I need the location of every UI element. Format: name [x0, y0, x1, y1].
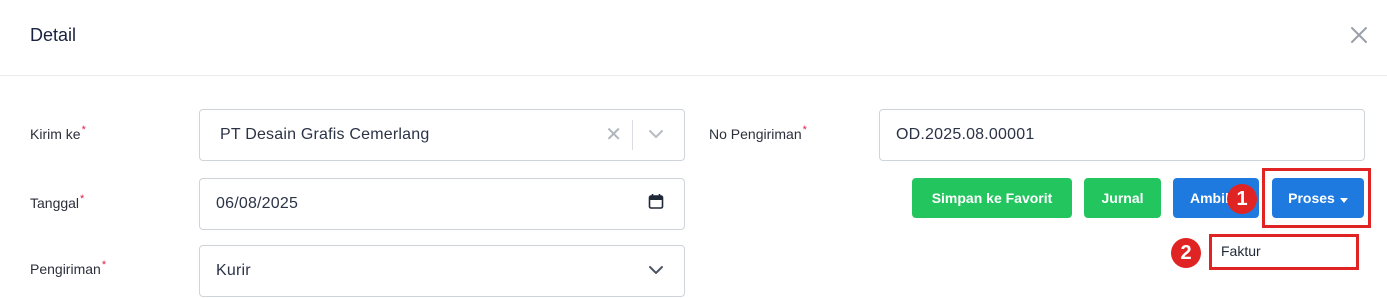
simpan-favorit-button[interactable]: Simpan ke Favorit	[912, 178, 1072, 218]
required-mark: *	[80, 193, 85, 205]
annotation-number-1: 1	[1227, 184, 1257, 214]
kirim-ke-value: PT Desain Grafis Cemerlang	[220, 126, 430, 143]
pengiriman-label: Pengiriman*	[30, 259, 107, 277]
pengiriman-value: Kurir	[216, 262, 251, 279]
no-pengiriman-value: OD.2025.08.00001	[896, 126, 1035, 143]
required-mark: *	[101, 259, 107, 271]
calendar-icon[interactable]	[648, 194, 664, 215]
modal-title: Detail	[30, 25, 77, 45]
modal-header: Detail	[0, 0, 1387, 76]
kirim-ke-select[interactable]: PT Desain Grafis Cemerlang ✕	[199, 109, 685, 161]
required-mark: *	[802, 124, 807, 136]
jurnal-button[interactable]: Jurnal	[1084, 178, 1161, 218]
no-pengiriman-label: No Pengiriman*	[709, 124, 807, 142]
pengiriman-select[interactable]: Kurir	[199, 245, 685, 297]
chevron-down-icon[interactable]	[648, 126, 664, 144]
no-pengiriman-input[interactable]: OD.2025.08.00001	[879, 109, 1365, 161]
tanggal-date-input[interactable]: 06/08/2025	[199, 178, 685, 230]
close-icon[interactable]	[1348, 24, 1370, 46]
clear-icon[interactable]: ✕	[605, 125, 622, 145]
chevron-down-icon[interactable]	[648, 262, 664, 280]
annotation-highlight-faktur	[1209, 234, 1359, 270]
required-mark: *	[81, 124, 86, 136]
tanggal-label: Tanggal*	[30, 193, 85, 211]
annotation-number-2: 2	[1171, 238, 1201, 268]
select-separator	[632, 120, 633, 150]
kirim-ke-label: Kirim ke*	[30, 124, 86, 142]
tanggal-value: 06/08/2025	[216, 195, 299, 212]
annotation-highlight-proses	[1262, 168, 1371, 228]
